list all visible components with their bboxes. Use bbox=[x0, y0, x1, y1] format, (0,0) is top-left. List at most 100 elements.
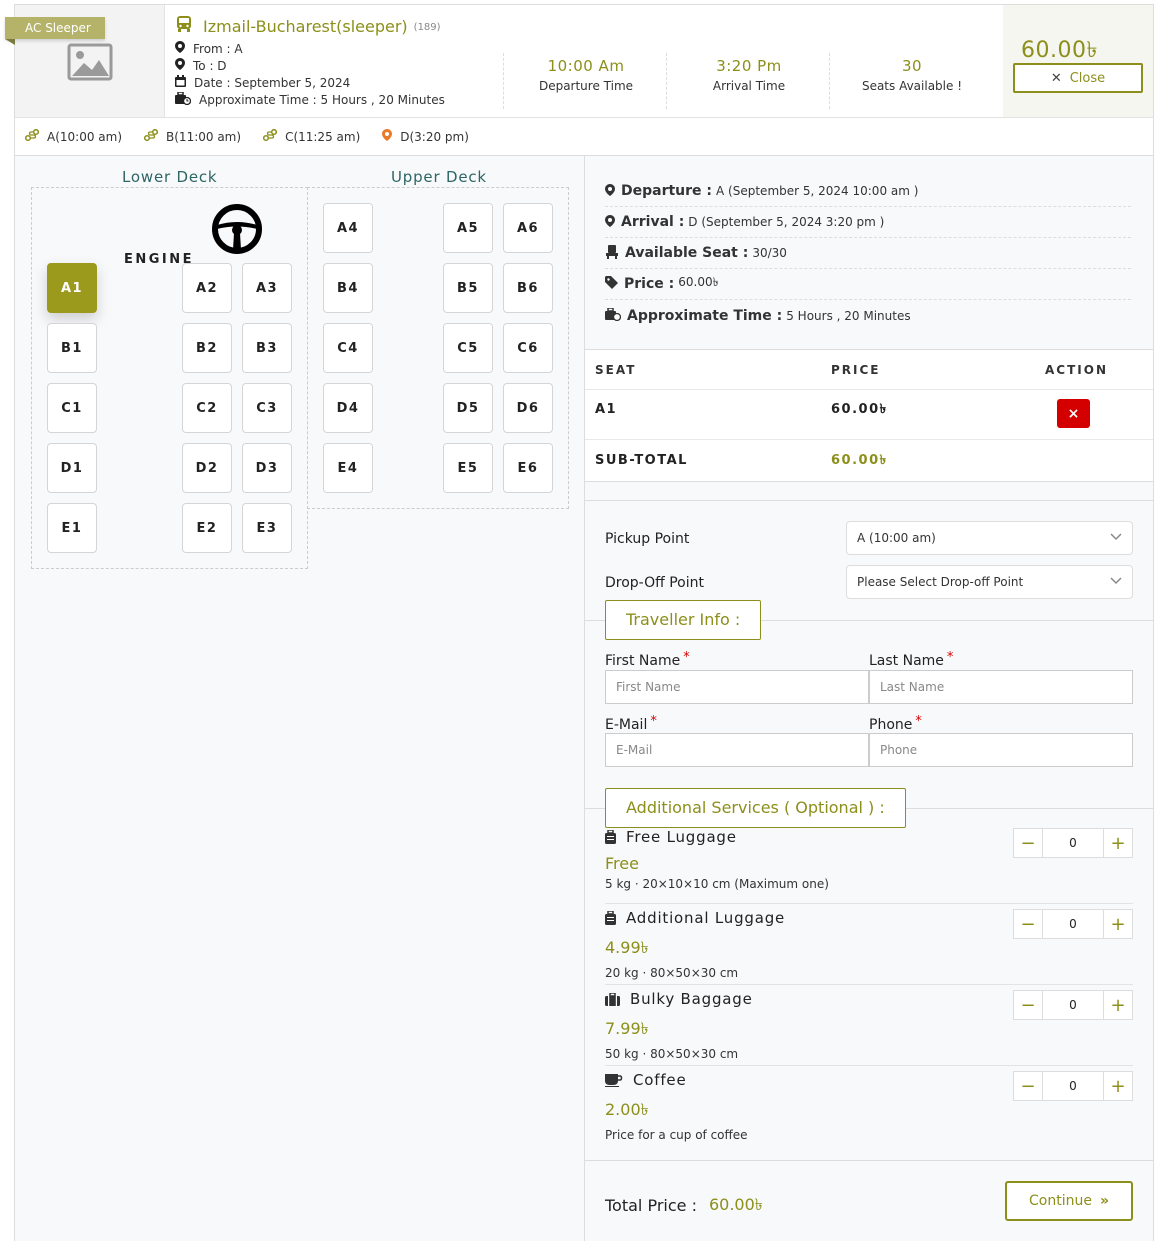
stop-item: A(10:00 am) bbox=[24, 128, 122, 144]
seat-d2[interactable]: D2 bbox=[182, 443, 232, 493]
total-price: Total Price : 60.00৳ bbox=[605, 1192, 763, 1219]
service-name: Free Luggage bbox=[626, 828, 737, 846]
close-icon: ✕ bbox=[1050, 70, 1062, 86]
stop-item: C(11:25 am) bbox=[263, 128, 360, 144]
close-label: Close bbox=[1069, 70, 1106, 86]
seat-a4[interactable]: A4 bbox=[323, 203, 373, 253]
decrease-button[interactable]: − bbox=[1013, 909, 1043, 939]
seat-a2[interactable]: A2 bbox=[182, 263, 232, 313]
service-name: Bulky Baggage bbox=[630, 990, 753, 1008]
map-pin-icon bbox=[605, 183, 615, 199]
pickup-select[interactable]: A (10:00 am) bbox=[846, 521, 1133, 555]
departure-time-label: Departure Time bbox=[538, 79, 634, 93]
required-mark: * bbox=[915, 714, 922, 729]
first-name-input[interactable]: First Name bbox=[605, 670, 869, 704]
upper-deck-title: Upper Deck bbox=[391, 168, 487, 186]
seat-b3[interactable]: B3 bbox=[242, 323, 292, 373]
seat-map-panel: Lower Deck Upper Deck ENGINE A1 A2 A3 B1 B2 B… bbox=[15, 156, 585, 1241]
seat-d4[interactable]: D4 bbox=[323, 383, 373, 433]
seat-c1[interactable]: C1 bbox=[47, 383, 97, 433]
date-text: Date : September 5, 2024 bbox=[194, 75, 351, 90]
stop-item: B(11:00 am) bbox=[143, 128, 242, 144]
seat-c4[interactable]: C4 bbox=[323, 323, 373, 373]
seat-c6[interactable]: C6 bbox=[503, 323, 553, 373]
continue-button[interactable]: Continue » bbox=[1005, 1181, 1133, 1221]
map-pin-icon bbox=[382, 129, 400, 144]
price-value: 60.00৳ bbox=[678, 275, 719, 289]
quantity-stepper: − 0 + bbox=[1013, 909, 1133, 939]
divider bbox=[585, 500, 1153, 501]
quantity-value[interactable]: 0 bbox=[1043, 828, 1103, 858]
stop-item: D(3:20 pm) bbox=[382, 129, 469, 144]
phone-label: Phone * bbox=[869, 714, 922, 733]
required-mark: * bbox=[946, 650, 954, 665]
seat-a6[interactable]: A6 bbox=[503, 203, 553, 253]
seat-a5[interactable]: A5 bbox=[443, 203, 493, 253]
dropoff-select[interactable]: Please Select Drop-off Point bbox=[846, 565, 1133, 599]
seat-c5[interactable]: C5 bbox=[443, 323, 493, 373]
stop-label: B(11:00 am) bbox=[166, 129, 242, 144]
seat-e4[interactable]: E4 bbox=[323, 443, 373, 493]
row-seat: A1 bbox=[595, 402, 618, 417]
seats-count: 30 bbox=[901, 57, 923, 75]
available-seat-value: 30/30 bbox=[752, 246, 787, 260]
lower-deck-title: Lower Deck bbox=[122, 168, 218, 186]
subtotal-row: SUB-TOTAL 60.00৳ bbox=[585, 440, 1153, 482]
seat-e3[interactable]: E3 bbox=[242, 503, 292, 553]
route-icon bbox=[24, 128, 47, 144]
pickup-label: Pickup Point bbox=[605, 531, 690, 547]
last-name-input[interactable]: Last Name bbox=[869, 670, 1133, 704]
seat-e1[interactable]: E1 bbox=[47, 503, 97, 553]
divider bbox=[605, 1065, 1133, 1066]
seat-d6[interactable]: D6 bbox=[503, 383, 553, 433]
decrease-button[interactable]: − bbox=[1013, 990, 1043, 1020]
increase-button[interactable]: + bbox=[1103, 1071, 1133, 1101]
phone-input[interactable]: Phone bbox=[869, 733, 1133, 767]
seat-b5[interactable]: B5 bbox=[443, 263, 493, 313]
remove-seat-button[interactable]: × bbox=[1057, 399, 1090, 428]
increase-button[interactable]: + bbox=[1103, 990, 1133, 1020]
departure-stat: 10:00 Am Departure Time bbox=[503, 53, 668, 109]
last-name-label: Last Name * bbox=[869, 650, 954, 669]
seat-e6[interactable]: E6 bbox=[503, 443, 553, 493]
email-input[interactable]: E-Mail bbox=[605, 733, 869, 767]
subtotal-value: 60.00৳ bbox=[831, 453, 888, 468]
seat-d5[interactable]: D5 bbox=[443, 383, 493, 433]
seat-a1[interactable]: A1 bbox=[47, 263, 97, 313]
quantity-value[interactable]: 0 bbox=[1043, 909, 1103, 939]
seat-b6[interactable]: B6 bbox=[503, 263, 553, 313]
selected-seats-table: SEAT PRICE ACTION A1 60.00৳ × SUB-TOTAL … bbox=[585, 349, 1153, 482]
seat-b4[interactable]: B4 bbox=[323, 263, 373, 313]
increase-button[interactable]: + bbox=[1103, 828, 1133, 858]
quantity-stepper: − 0 + bbox=[1013, 828, 1133, 858]
seat-b1[interactable]: B1 bbox=[47, 323, 97, 373]
seat-a3[interactable]: A3 bbox=[242, 263, 292, 313]
quantity-value[interactable]: 0 bbox=[1043, 1071, 1103, 1101]
image-placeholder-icon bbox=[67, 43, 113, 85]
seat-b2[interactable]: B2 bbox=[182, 323, 232, 373]
service-item: Bulky Baggage 7.99৳ 50 kg · 80×50×30 cm … bbox=[605, 990, 1133, 1061]
service-item: Coffee 2.00৳ Price for a cup of coffee −… bbox=[605, 1071, 1133, 1142]
increase-button[interactable]: + bbox=[1103, 909, 1133, 939]
seat-d1[interactable]: D1 bbox=[47, 443, 97, 493]
close-button[interactable]: ✕ Close bbox=[1013, 63, 1143, 93]
seat-c2[interactable]: C2 bbox=[182, 383, 232, 433]
decrease-button[interactable]: − bbox=[1013, 828, 1043, 858]
chevron-down-icon bbox=[1110, 577, 1122, 585]
seat-c3[interactable]: C3 bbox=[242, 383, 292, 433]
continue-label: Continue bbox=[1029, 1193, 1092, 1209]
seat-e2[interactable]: E2 bbox=[182, 503, 232, 553]
suitcase-icon bbox=[605, 830, 616, 844]
quantity-value[interactable]: 0 bbox=[1043, 990, 1103, 1020]
route-name[interactable]: Izmail-Bucharest(sleeper) bbox=[203, 17, 408, 36]
seat-d3[interactable]: D3 bbox=[242, 443, 292, 493]
decrease-button[interactable]: − bbox=[1013, 1071, 1043, 1101]
available-seat-detail: Available Seat : 30/30 bbox=[605, 238, 1131, 269]
map-pin-icon bbox=[175, 41, 193, 56]
seat-e5[interactable]: E5 bbox=[443, 443, 493, 493]
to-info: To : D bbox=[175, 58, 227, 73]
additional-services-heading: Additional Services ( Optional ) : bbox=[605, 788, 906, 828]
service-price: 4.99৳ bbox=[605, 938, 649, 957]
traveller-info-heading: Traveller Info : bbox=[605, 600, 762, 640]
to-text: To : D bbox=[193, 58, 227, 73]
